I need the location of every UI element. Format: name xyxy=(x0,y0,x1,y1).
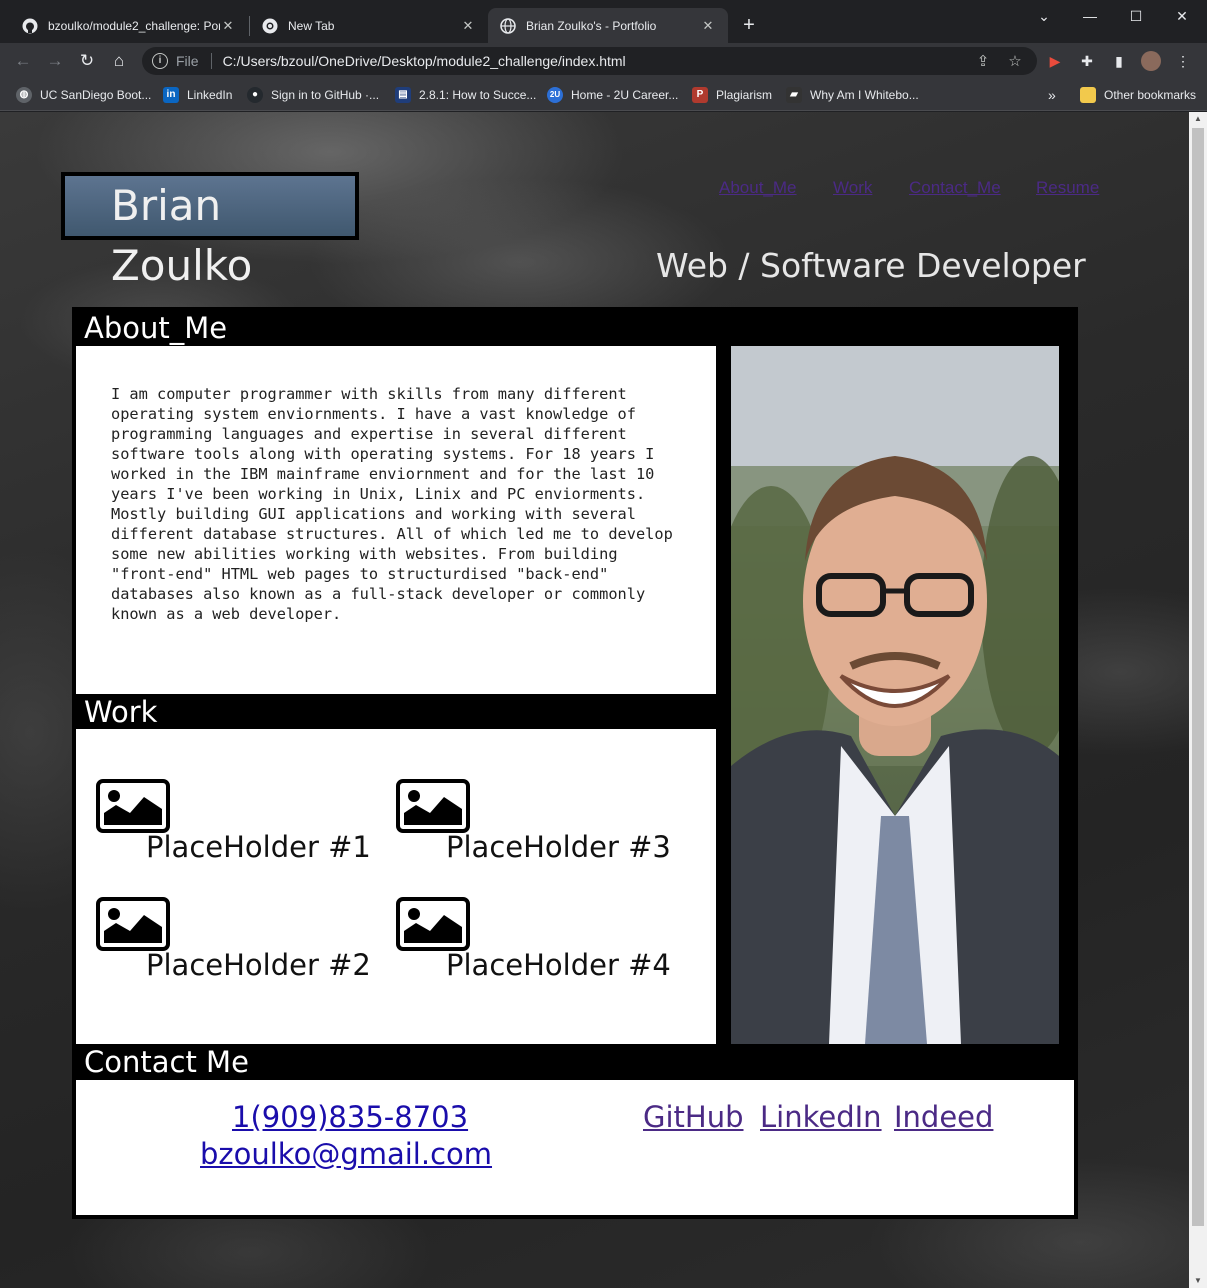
bookmark-whiteboard[interactable]: ▰ Why Am I Whitebo... xyxy=(786,86,919,104)
url-text[interactable]: C:/Users/bzoul/OneDrive/Desktop/module2_… xyxy=(223,53,973,69)
bookmark-label: Sign in to GitHub ·... xyxy=(271,88,380,102)
bookmark-2u[interactable]: 2U Home - 2U Career... xyxy=(547,86,678,104)
tab-title: New Tab xyxy=(288,18,335,33)
bookmark-label: Other bookmarks xyxy=(1104,88,1197,102)
nav-about-me[interactable]: About_Me xyxy=(719,178,797,198)
work-item-1[interactable]: PlaceHolder #1 xyxy=(96,779,371,864)
avatar[interactable] xyxy=(1141,51,1161,71)
bookmark-plagiarism[interactable]: P Plagiarism xyxy=(692,86,772,104)
placeholder-label: PlaceHolder #2 xyxy=(146,948,371,982)
folder-icon xyxy=(1080,87,1096,103)
reload-icon[interactable]: ↻ xyxy=(75,49,99,73)
work-item-4[interactable]: PlaceHolder #4 xyxy=(396,897,671,982)
2u-icon: 2U xyxy=(547,87,563,103)
close-icon[interactable]: ✕ xyxy=(220,18,236,34)
placeholder-label: PlaceHolder #4 xyxy=(446,948,671,982)
image-placeholder-icon xyxy=(96,779,170,833)
back-arrow-icon[interactable]: ← xyxy=(11,49,35,73)
nav-contact-me[interactable]: Contact_Me xyxy=(909,178,1001,198)
minimize-button[interactable]: — xyxy=(1067,4,1113,30)
star-icon[interactable]: ☆ xyxy=(1005,52,1025,70)
work-section: PlaceHolder #1 PlaceHolder #2 PlaceHolde… xyxy=(76,729,716,1044)
tab-portfolio[interactable]: Brian Zoulko's - Portfolio ✕ xyxy=(488,8,728,43)
puzzle-icon[interactable]: ✚ xyxy=(1077,51,1097,71)
placeholder-label: PlaceHolder #3 xyxy=(446,830,671,864)
profile-photo xyxy=(731,346,1059,1044)
tab-title: bzoulko/module2_challenge: Por xyxy=(48,18,220,33)
bookmark-label: 2.8.1: How to Succe... xyxy=(419,88,537,102)
work-item-3[interactable]: PlaceHolder #3 xyxy=(396,779,671,864)
url-scheme: File xyxy=(176,53,199,69)
scroll-down-icon[interactable]: ▼ xyxy=(1189,1274,1207,1288)
contact-heading: Contact Me xyxy=(84,1045,249,1079)
address-bar[interactable]: i File C:/Users/bzoul/OneDrive/Desktop/m… xyxy=(142,47,1037,75)
about-heading: About_Me xyxy=(84,311,228,345)
side-panel-icon[interactable]: ▮ xyxy=(1109,51,1129,71)
linkedin-link[interactable]: LinkedIn xyxy=(760,1100,882,1134)
about-section: I am computer programmer with skills fro… xyxy=(76,346,716,694)
info-icon[interactable]: i xyxy=(152,53,168,69)
page-viewport: Brian Zoulko About_Me Work Contact_Me Re… xyxy=(0,112,1189,1288)
tagline: Web / Software Developer xyxy=(656,246,1086,285)
bookmark-linkedin[interactable]: in LinkedIn xyxy=(163,86,232,104)
tab-strip: bzoulko/module2_challenge: Por ✕ New Tab… xyxy=(0,0,1207,43)
bookmark-label: UC SanDiego Boot... xyxy=(40,88,152,102)
placeholder-label: PlaceHolder #1 xyxy=(146,830,371,864)
book-icon: ▰ xyxy=(786,87,802,103)
close-window-button[interactable]: ✕ xyxy=(1159,4,1205,30)
nav-work[interactable]: Work xyxy=(833,178,872,198)
globe-icon xyxy=(500,17,516,34)
home-icon[interactable]: ⌂ xyxy=(107,49,131,73)
linkedin-icon: in xyxy=(163,87,179,103)
scroll-up-icon[interactable]: ▲ xyxy=(1189,112,1207,126)
image-placeholder-icon xyxy=(396,779,470,833)
github-link[interactable]: GitHub xyxy=(643,1100,744,1134)
indeed-link[interactable]: Indeed xyxy=(894,1100,993,1134)
plagiarism-icon: P xyxy=(692,87,708,103)
menu-dots-icon[interactable]: ⋮ xyxy=(1173,51,1193,71)
main-content: About_Me I am computer programmer with s… xyxy=(72,307,1078,1219)
bookmarks-bar: ◍ UC SanDiego Boot... in LinkedIn ● Sign… xyxy=(0,79,1207,111)
globe-icon: ◍ xyxy=(16,87,32,103)
tab-title: Brian Zoulko's - Portfolio xyxy=(526,18,657,33)
tab-new-tab[interactable]: New Tab ✕ xyxy=(250,8,488,43)
chrome-icon xyxy=(262,18,278,34)
work-item-2[interactable]: PlaceHolder #2 xyxy=(96,897,371,982)
bookmark-label: Why Am I Whitebo... xyxy=(810,88,919,102)
github-icon: ● xyxy=(247,87,263,103)
other-bookmarks[interactable]: Other bookmarks xyxy=(1080,86,1196,104)
image-placeholder-icon xyxy=(396,897,470,951)
divider xyxy=(210,53,212,69)
course-icon: ▤ xyxy=(395,87,411,103)
share-icon[interactable]: ⇪ xyxy=(973,52,993,70)
phone-link[interactable]: 1(909)835-8703 xyxy=(232,1100,468,1134)
work-heading: Work xyxy=(84,695,158,729)
chevron-down-icon[interactable]: ⌄ xyxy=(1021,4,1067,30)
vertical-scrollbar[interactable]: ▲ ▼ xyxy=(1189,112,1207,1288)
tab-github[interactable]: bzoulko/module2_challenge: Por ✕ xyxy=(10,8,248,43)
bookmark-label: LinkedIn xyxy=(187,88,233,102)
bookmark-ucsd[interactable]: ◍ UC SanDiego Boot... xyxy=(16,86,151,104)
github-icon xyxy=(22,18,38,34)
image-placeholder-icon xyxy=(96,897,170,951)
close-icon[interactable]: ✕ xyxy=(700,18,716,34)
new-tab-button[interactable]: + xyxy=(738,14,760,36)
bookmark-github[interactable]: ● Sign in to GitHub ·... xyxy=(247,86,379,104)
nav-resume[interactable]: Resume xyxy=(1036,178,1099,198)
toolbar: ← → ↻ ⌂ i File C:/Users/bzoul/OneDrive/D… xyxy=(0,43,1207,79)
maximize-button[interactable]: ☐ xyxy=(1113,4,1159,30)
contact-section: 1(909)835-8703 bzoulko@gmail.com GitHub … xyxy=(76,1080,1074,1215)
email-link[interactable]: bzoulko@gmail.com xyxy=(200,1137,492,1171)
bookmark-label: Plagiarism xyxy=(716,88,773,102)
site-logo: Brian Zoulko xyxy=(61,172,359,290)
close-icon[interactable]: ✕ xyxy=(460,18,476,34)
extension-record-icon[interactable]: ▶ xyxy=(1045,51,1065,71)
bookmarks-overflow-button[interactable]: » xyxy=(1048,86,1056,104)
bookmark-label: Home - 2U Career... xyxy=(571,88,679,102)
scroll-thumb[interactable] xyxy=(1192,128,1204,1226)
about-text: I am computer programmer with skills fro… xyxy=(111,385,673,623)
bookmark-course[interactable]: ▤ 2.8.1: How to Succe... xyxy=(395,86,536,104)
forward-arrow-icon[interactable]: → xyxy=(43,49,67,73)
